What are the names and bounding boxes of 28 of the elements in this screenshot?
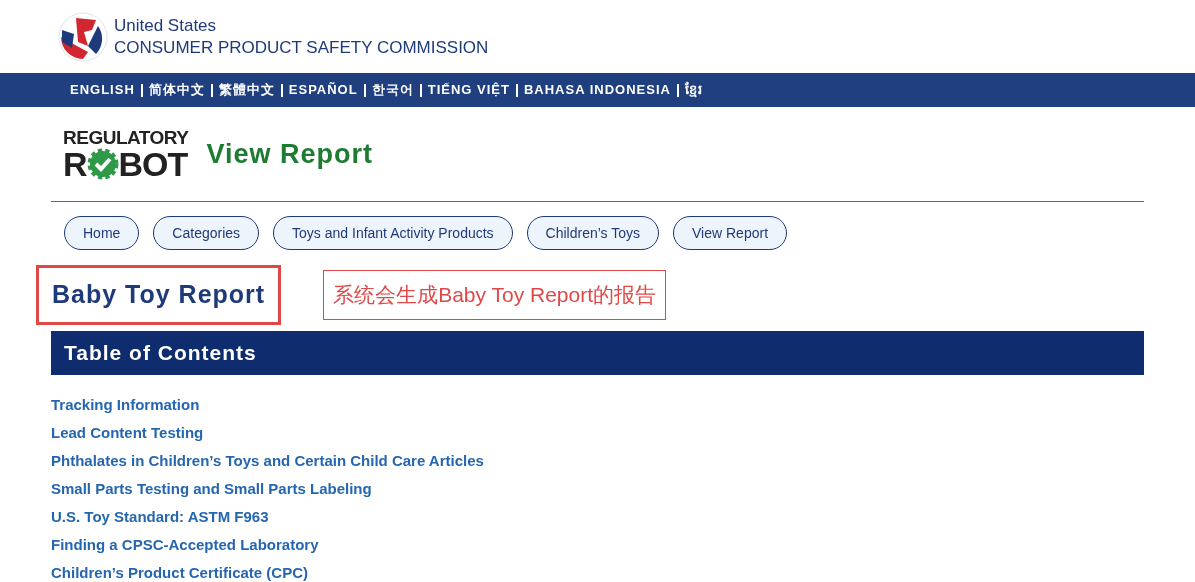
page-title: View Report	[206, 137, 374, 171]
report-title: Baby Toy Report	[52, 279, 266, 311]
breadcrumb-button[interactable]: Toys and Infant Activity Products	[273, 216, 513, 250]
breadcrumb-button[interactable]: View Report	[673, 216, 788, 250]
toc-link[interactable]: Tracking Information	[51, 394, 1144, 415]
language-link[interactable]: BAHASA INDONESIA	[523, 80, 671, 100]
breadcrumb-button[interactable]: Children’s Toys	[526, 216, 660, 250]
agency-name: CONSUMER PRODUCT SAFETY COMMISSION	[114, 36, 489, 59]
toc-link[interactable]: Children’s Product Certificate (CPC)	[51, 562, 1144, 582]
language-link[interactable]: ESPAÑOL	[288, 80, 358, 100]
toc-link[interactable]: Phthalates in Children’s Toys and Certain Child Care Articles	[51, 450, 1144, 471]
breadcrumb-button[interactable]: Home	[64, 216, 140, 250]
toc-link[interactable]: U.S. Toy Standard: ASTM F963	[51, 506, 1144, 527]
language-link[interactable]: TIẾNG VIỆT	[427, 80, 510, 100]
gear-check-icon	[86, 147, 119, 180]
annotation-note: 系统会生成Baby Toy Report的报告	[323, 270, 667, 320]
language-link[interactable]: 简体中文	[148, 80, 205, 100]
language-link[interactable]: ខ្មែរ	[684, 80, 703, 100]
toc-link[interactable]: Small Parts Testing and Small Parts Labeling	[51, 478, 1144, 499]
toc-header: Table of Contents	[51, 331, 1144, 375]
agency-country: United States	[114, 14, 218, 37]
language-link[interactable]: 한국어	[371, 80, 414, 100]
toc-link[interactable]: Finding a CPSC-Accepted Laboratory	[51, 534, 1144, 555]
regulatory-robot-logo: REGULATORY R BOT	[63, 127, 189, 181]
toc-link[interactable]: Lead Content Testing	[51, 422, 1144, 443]
breadcrumb-button[interactable]: Categories	[153, 216, 260, 250]
language-link[interactable]: ENGLISH	[70, 80, 135, 100]
language-link[interactable]: 繁體中文	[218, 80, 275, 100]
